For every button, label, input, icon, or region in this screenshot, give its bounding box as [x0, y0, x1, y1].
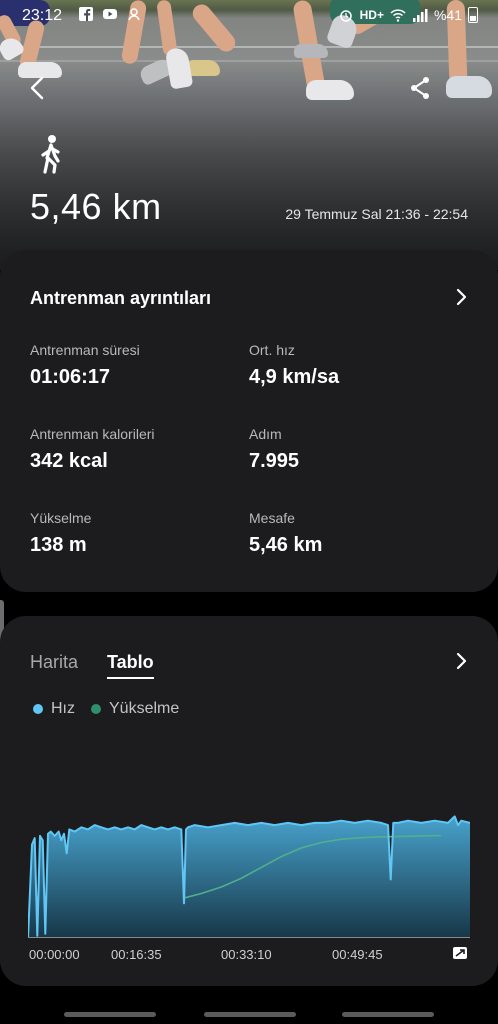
tab-table[interactable]: Tablo: [107, 652, 154, 679]
nav-back-button[interactable]: [342, 1012, 434, 1017]
status-time: 23:12: [22, 7, 63, 24]
stat-label: Antrenman kalorileri: [30, 426, 155, 442]
wifi-icon: [390, 9, 406, 22]
legend-dot-speed: [33, 704, 43, 714]
network-type-label: HD+: [359, 8, 384, 22]
tab-map[interactable]: Harita: [30, 652, 78, 673]
share-icon[interactable]: [408, 74, 432, 102]
x-tick-label: 00:16:35: [111, 947, 162, 962]
legend-label-speed: Hız: [51, 700, 75, 717]
speed-elevation-chart[interactable]: [28, 786, 470, 938]
workout-date-range: 29 Temmuz Sal 21:36 - 22:54: [285, 206, 468, 222]
hero-image: 23:12 HD+ %41 5,46 km 29 Temmuz Sal 21:3…: [0, 0, 498, 270]
workout-details-card[interactable]: Antrenman ayrıntıları Antrenman süresi 0…: [0, 250, 498, 592]
stat-label: Adım: [249, 426, 282, 442]
battery-percent: %41: [433, 7, 462, 23]
signal-icon: [412, 9, 428, 22]
stat-label: Ort. hız: [249, 342, 295, 358]
stat-value: 4,9 km/sa: [249, 366, 340, 388]
walking-person-icon: [41, 135, 60, 174]
chevron-right-icon[interactable]: [454, 288, 468, 306]
x-tick-label: 00:00:00: [29, 947, 80, 962]
total-distance: 5,46 km: [30, 186, 162, 227]
stat-value: 138 m: [30, 534, 87, 556]
stat-distance: Mesafe 5,46 km: [249, 510, 322, 557]
stat-steps: Adım 7.995: [249, 426, 299, 473]
stat-label: Mesafe: [249, 510, 295, 526]
x-tick-label: 00:49:45: [332, 947, 383, 962]
stat-label: Yükselme: [30, 510, 92, 526]
notification-app-icon: [128, 8, 140, 21]
chevron-right-icon[interactable]: [454, 652, 468, 670]
stat-calories: Antrenman kalorileri 342 kcal: [30, 426, 155, 473]
legend-dot-elevation: [91, 704, 101, 714]
graph-card: Harita Tablo Hız Yükselme 00:00:00 00:16…: [0, 616, 498, 986]
nav-recents-button[interactable]: [64, 1012, 156, 1017]
stat-label: Antrenman süresi: [30, 342, 140, 358]
stat-duration: Antrenman süresi 01:06:17: [30, 342, 140, 389]
chart-legend: Hız Yükselme: [33, 700, 179, 718]
nav-home-button[interactable]: [204, 1012, 296, 1017]
youtube-icon: [103, 9, 117, 19]
back-button[interactable]: [26, 74, 50, 102]
battery-icon: [468, 7, 478, 23]
facebook-icon: [79, 7, 93, 21]
stat-value: 5,46 km: [249, 534, 323, 556]
fullscreen-icon[interactable]: [452, 945, 468, 961]
stat-value: 01:06:17: [30, 366, 111, 388]
status-bar: 23:12 HD+ %41: [0, 0, 498, 32]
speed-area: [28, 816, 470, 938]
stat-avg-speed: Ort. hız 4,9 km/sa: [249, 342, 339, 389]
stat-value: 7.995: [249, 450, 300, 472]
stat-elevation: Yükselme 138 m: [30, 510, 91, 557]
stat-value: 342 kcal: [30, 450, 108, 472]
alarm-icon: [339, 10, 352, 22]
legend-label-elevation: Yükselme: [109, 700, 180, 717]
workout-details-title: Antrenman ayrıntıları: [30, 288, 212, 308]
x-tick-label: 00:33:10: [221, 947, 272, 962]
